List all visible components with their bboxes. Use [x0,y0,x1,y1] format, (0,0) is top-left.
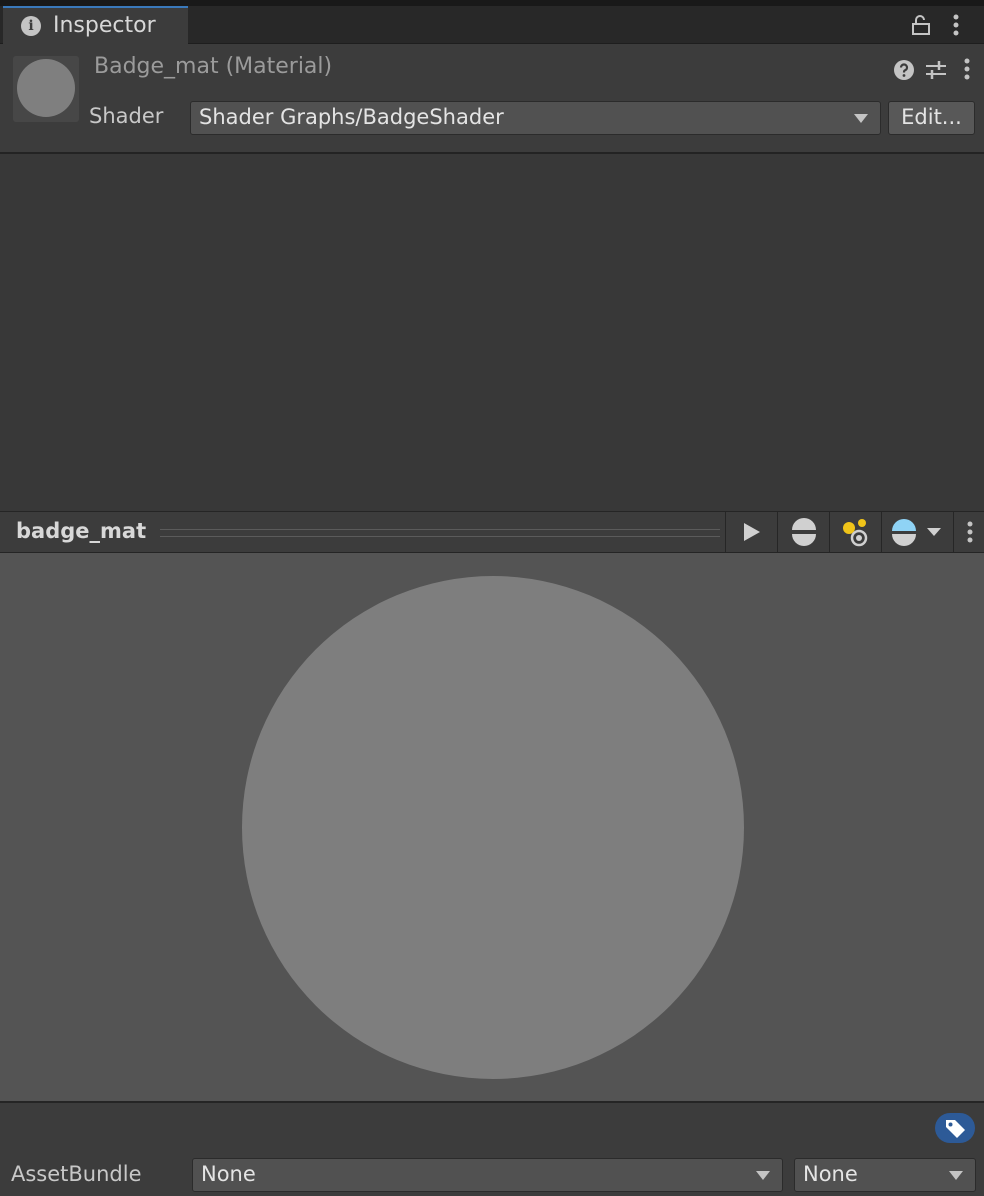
asset-labels-button[interactable] [935,1113,975,1143]
dropdown-arrow-icon [949,1171,963,1180]
asset-bundle-variant-value: None [803,1162,858,1186]
play-icon [744,523,760,541]
material-header: Badge_mat (Material) Shader Shader Graph… [0,44,984,154]
dropdown-arrow-icon [854,114,868,123]
preview-lighting-button[interactable] [829,512,881,552]
more-options-icon [967,521,973,543]
material-title: Badge_mat (Material) [94,54,333,79]
preview-menu-button[interactable] [953,512,984,552]
shader-label: Shader [89,104,164,128]
tab-title: Inspector [53,13,156,38]
edit-shader-button[interactable]: Edit... [888,101,975,135]
material-preview-viewport[interactable] [0,553,984,1101]
material-thumbnail [13,56,79,122]
preview-mesh-button[interactable] [777,512,829,552]
preview-title: badge_mat [16,519,147,543]
sphere-mesh-icon [792,518,816,546]
more-options-icon[interactable] [948,12,964,38]
tag-icon [946,1120,965,1138]
preview-background-button[interactable] [881,512,953,552]
preview-sphere [242,576,744,1079]
preview-resize-grip[interactable] [160,529,720,537]
asset-bundle-footer: AssetBundle None None [0,1101,984,1196]
sky-sphere-icon [892,519,941,546]
asset-bundle-label: AssetBundle [11,1162,142,1186]
asset-bundle-name-value: None [201,1162,256,1186]
preview-toolbar: badge_mat [0,511,984,553]
asset-bundle-name-dropdown[interactable]: None [192,1158,783,1192]
tab-inspector[interactable]: i Inspector [3,6,188,44]
tab-bar: i Inspector [0,6,984,44]
lock-icon[interactable] [910,14,932,36]
material-thumbnail-sphere [17,59,75,117]
play-preview-button[interactable] [725,512,777,552]
info-icon: i [21,16,41,36]
shader-dropdown[interactable]: Shader Graphs/BadgeShader [190,101,881,135]
dropdown-arrow-icon [756,1171,770,1180]
component-menu-icon[interactable] [960,56,974,82]
presets-icon[interactable] [924,58,948,82]
material-properties-area [0,154,984,511]
asset-bundle-variant-dropdown[interactable]: None [794,1158,976,1192]
shader-dropdown-value: Shader Graphs/BadgeShader [199,105,504,129]
lights-icon [843,519,868,547]
help-icon[interactable] [892,58,916,82]
